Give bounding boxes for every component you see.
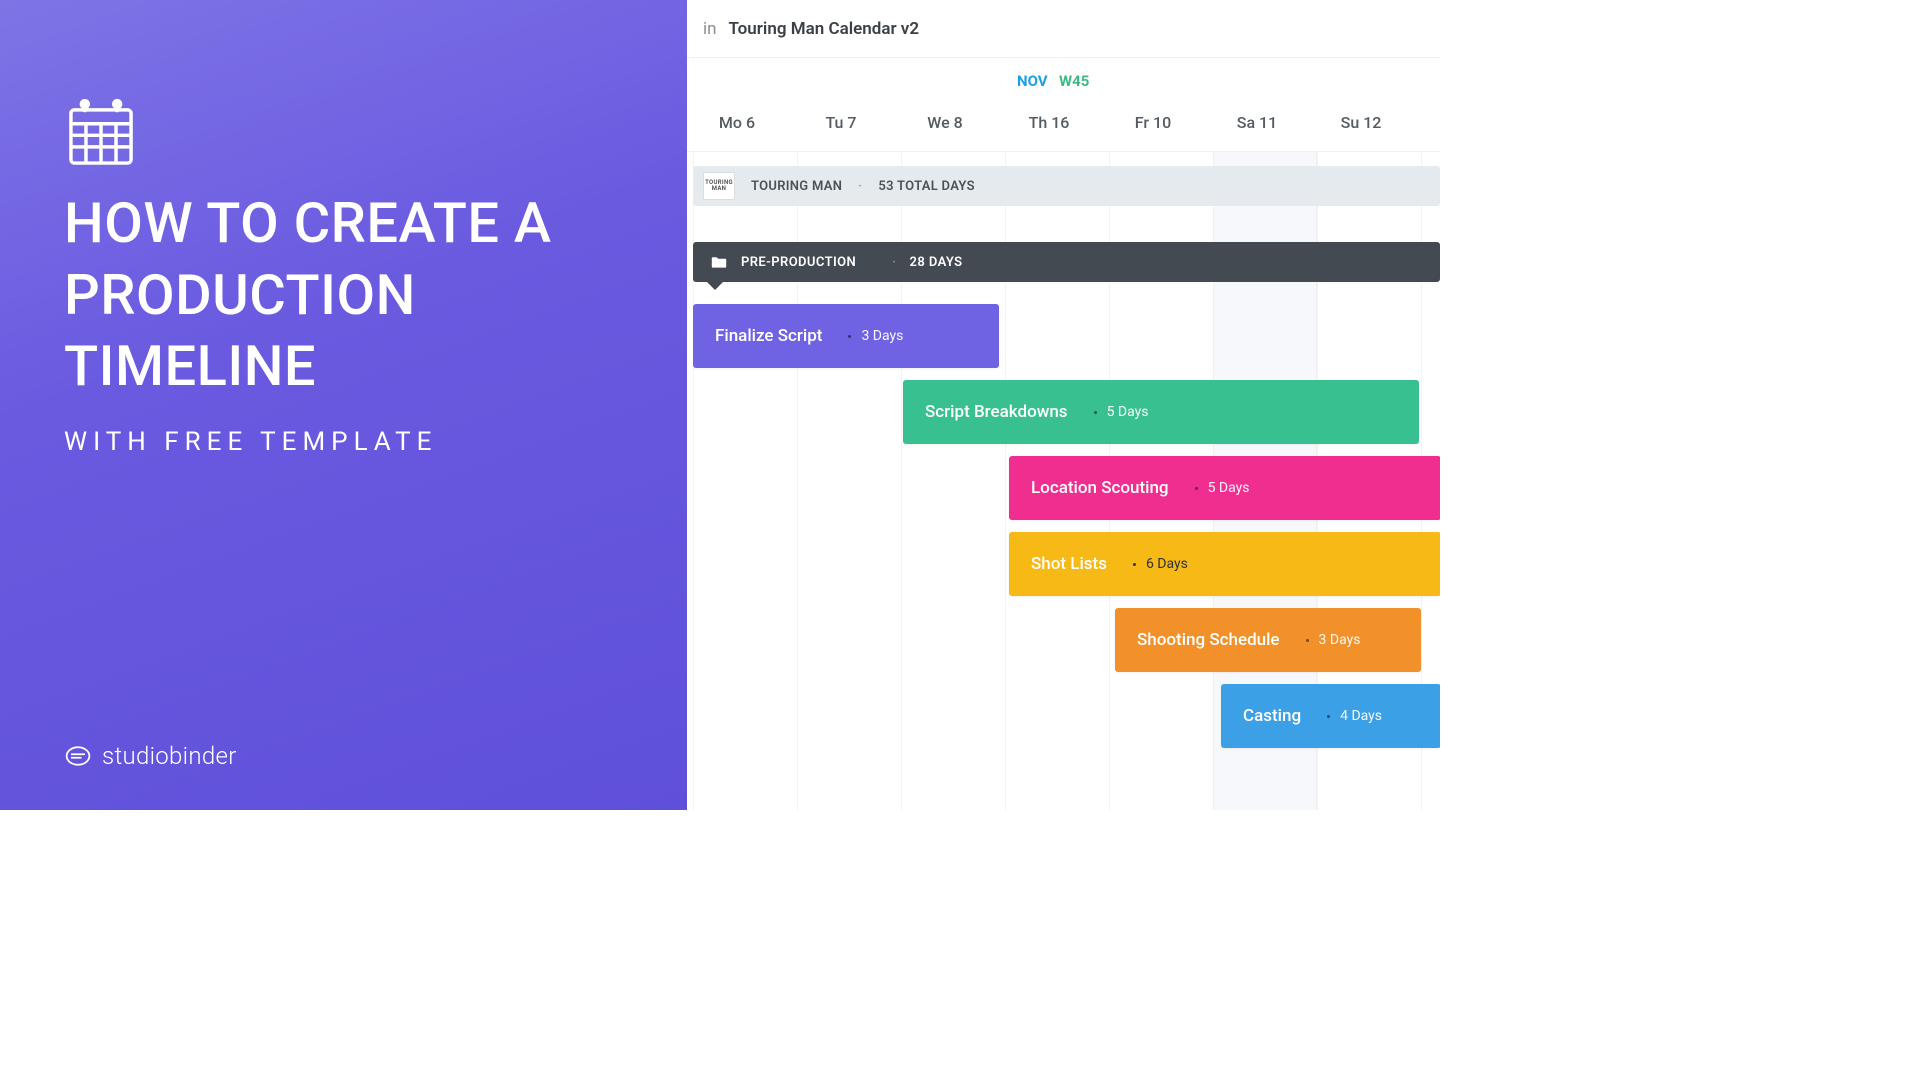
- task-label: Casting: [1243, 706, 1301, 726]
- task-bar[interactable]: Script Breakdowns 5 Days: [903, 380, 1419, 444]
- task-label: Shot Lists: [1031, 554, 1107, 574]
- day-header: Sa 11: [1227, 113, 1287, 132]
- project-total-days: 53 TOTAL DAYS: [878, 179, 974, 194]
- task-label: Shooting Schedule: [1137, 630, 1280, 650]
- task-bar[interactable]: Shot Lists 6 Days: [1009, 532, 1440, 596]
- phase-bar[interactable]: PRE-PRODUCTION · 28 DAYS: [693, 242, 1440, 282]
- task-label: Location Scouting: [1031, 478, 1169, 498]
- day-header: M: [1435, 113, 1440, 132]
- breadcrumb-context: in: [703, 19, 717, 39]
- project-summary-bar[interactable]: TOURING MAN TOURING MAN · 53 TOTAL DAYS: [693, 166, 1440, 206]
- day-header: Su 12: [1331, 113, 1391, 132]
- project-name: TOURING MAN: [751, 179, 842, 194]
- task-bar[interactable]: Casting 4 Days: [1221, 684, 1440, 748]
- task-label: Finalize Script: [715, 326, 822, 346]
- phase-days: 28 DAYS: [910, 255, 963, 270]
- day-header: Fr 10: [1123, 113, 1183, 132]
- week-label: W45: [1059, 72, 1089, 90]
- task-duration: 3 Days: [1306, 632, 1361, 648]
- brand-text: studiobinder: [102, 742, 237, 770]
- brand-icon: [64, 742, 92, 770]
- calendar-icon: [64, 96, 138, 170]
- breadcrumb: in Touring Man Calendar v2: [687, 0, 1440, 58]
- day-header: We 8: [915, 113, 975, 132]
- task-bar[interactable]: Location Scouting 5 Days: [1009, 456, 1440, 520]
- task-duration: 6 Days: [1133, 556, 1188, 572]
- day-header: Th 16: [1019, 113, 1079, 132]
- hero-subtitle: WITH FREE TEMPLATE: [64, 427, 623, 457]
- brand-logo: studiobinder: [64, 742, 237, 770]
- task-label: Script Breakdowns: [925, 402, 1068, 422]
- project-thumbnail: TOURING MAN: [703, 172, 735, 200]
- month-label: NOV: [1017, 72, 1048, 90]
- day-header: Tu 7: [811, 113, 871, 132]
- task-duration: 3 Days: [848, 328, 903, 344]
- task-duration: 4 Days: [1327, 708, 1382, 724]
- phase-name: PRE-PRODUCTION: [741, 255, 856, 270]
- breadcrumb-title[interactable]: Touring Man Calendar v2: [729, 19, 920, 39]
- gantt-grid[interactable]: TOURING MAN TOURING MAN · 53 TOTAL DAYS …: [687, 152, 1440, 810]
- task-bar[interactable]: Shooting Schedule 3 Days: [1115, 608, 1421, 672]
- timeline-header: NOV W45 Mo 6 Tu 7 We 8 Th 16 Fr 10 Sa 11 Su 12…: [687, 58, 1440, 152]
- hero-panel: HOW TO CREATE A PRODUCTION TIMELINE WITH…: [0, 0, 687, 810]
- hero-title: HOW TO CREATE A PRODUCTION TIMELINE: [64, 188, 623, 403]
- task-duration: 5 Days: [1195, 480, 1250, 496]
- task-bar[interactable]: Finalize Script 3 Days: [693, 304, 999, 368]
- day-header: Mo 6: [707, 113, 767, 132]
- calendar-panel: in Touring Man Calendar v2 NOV W45 Mo 6 T…: [687, 0, 1440, 810]
- task-duration: 5 Days: [1094, 404, 1149, 420]
- folder-icon: [711, 255, 727, 269]
